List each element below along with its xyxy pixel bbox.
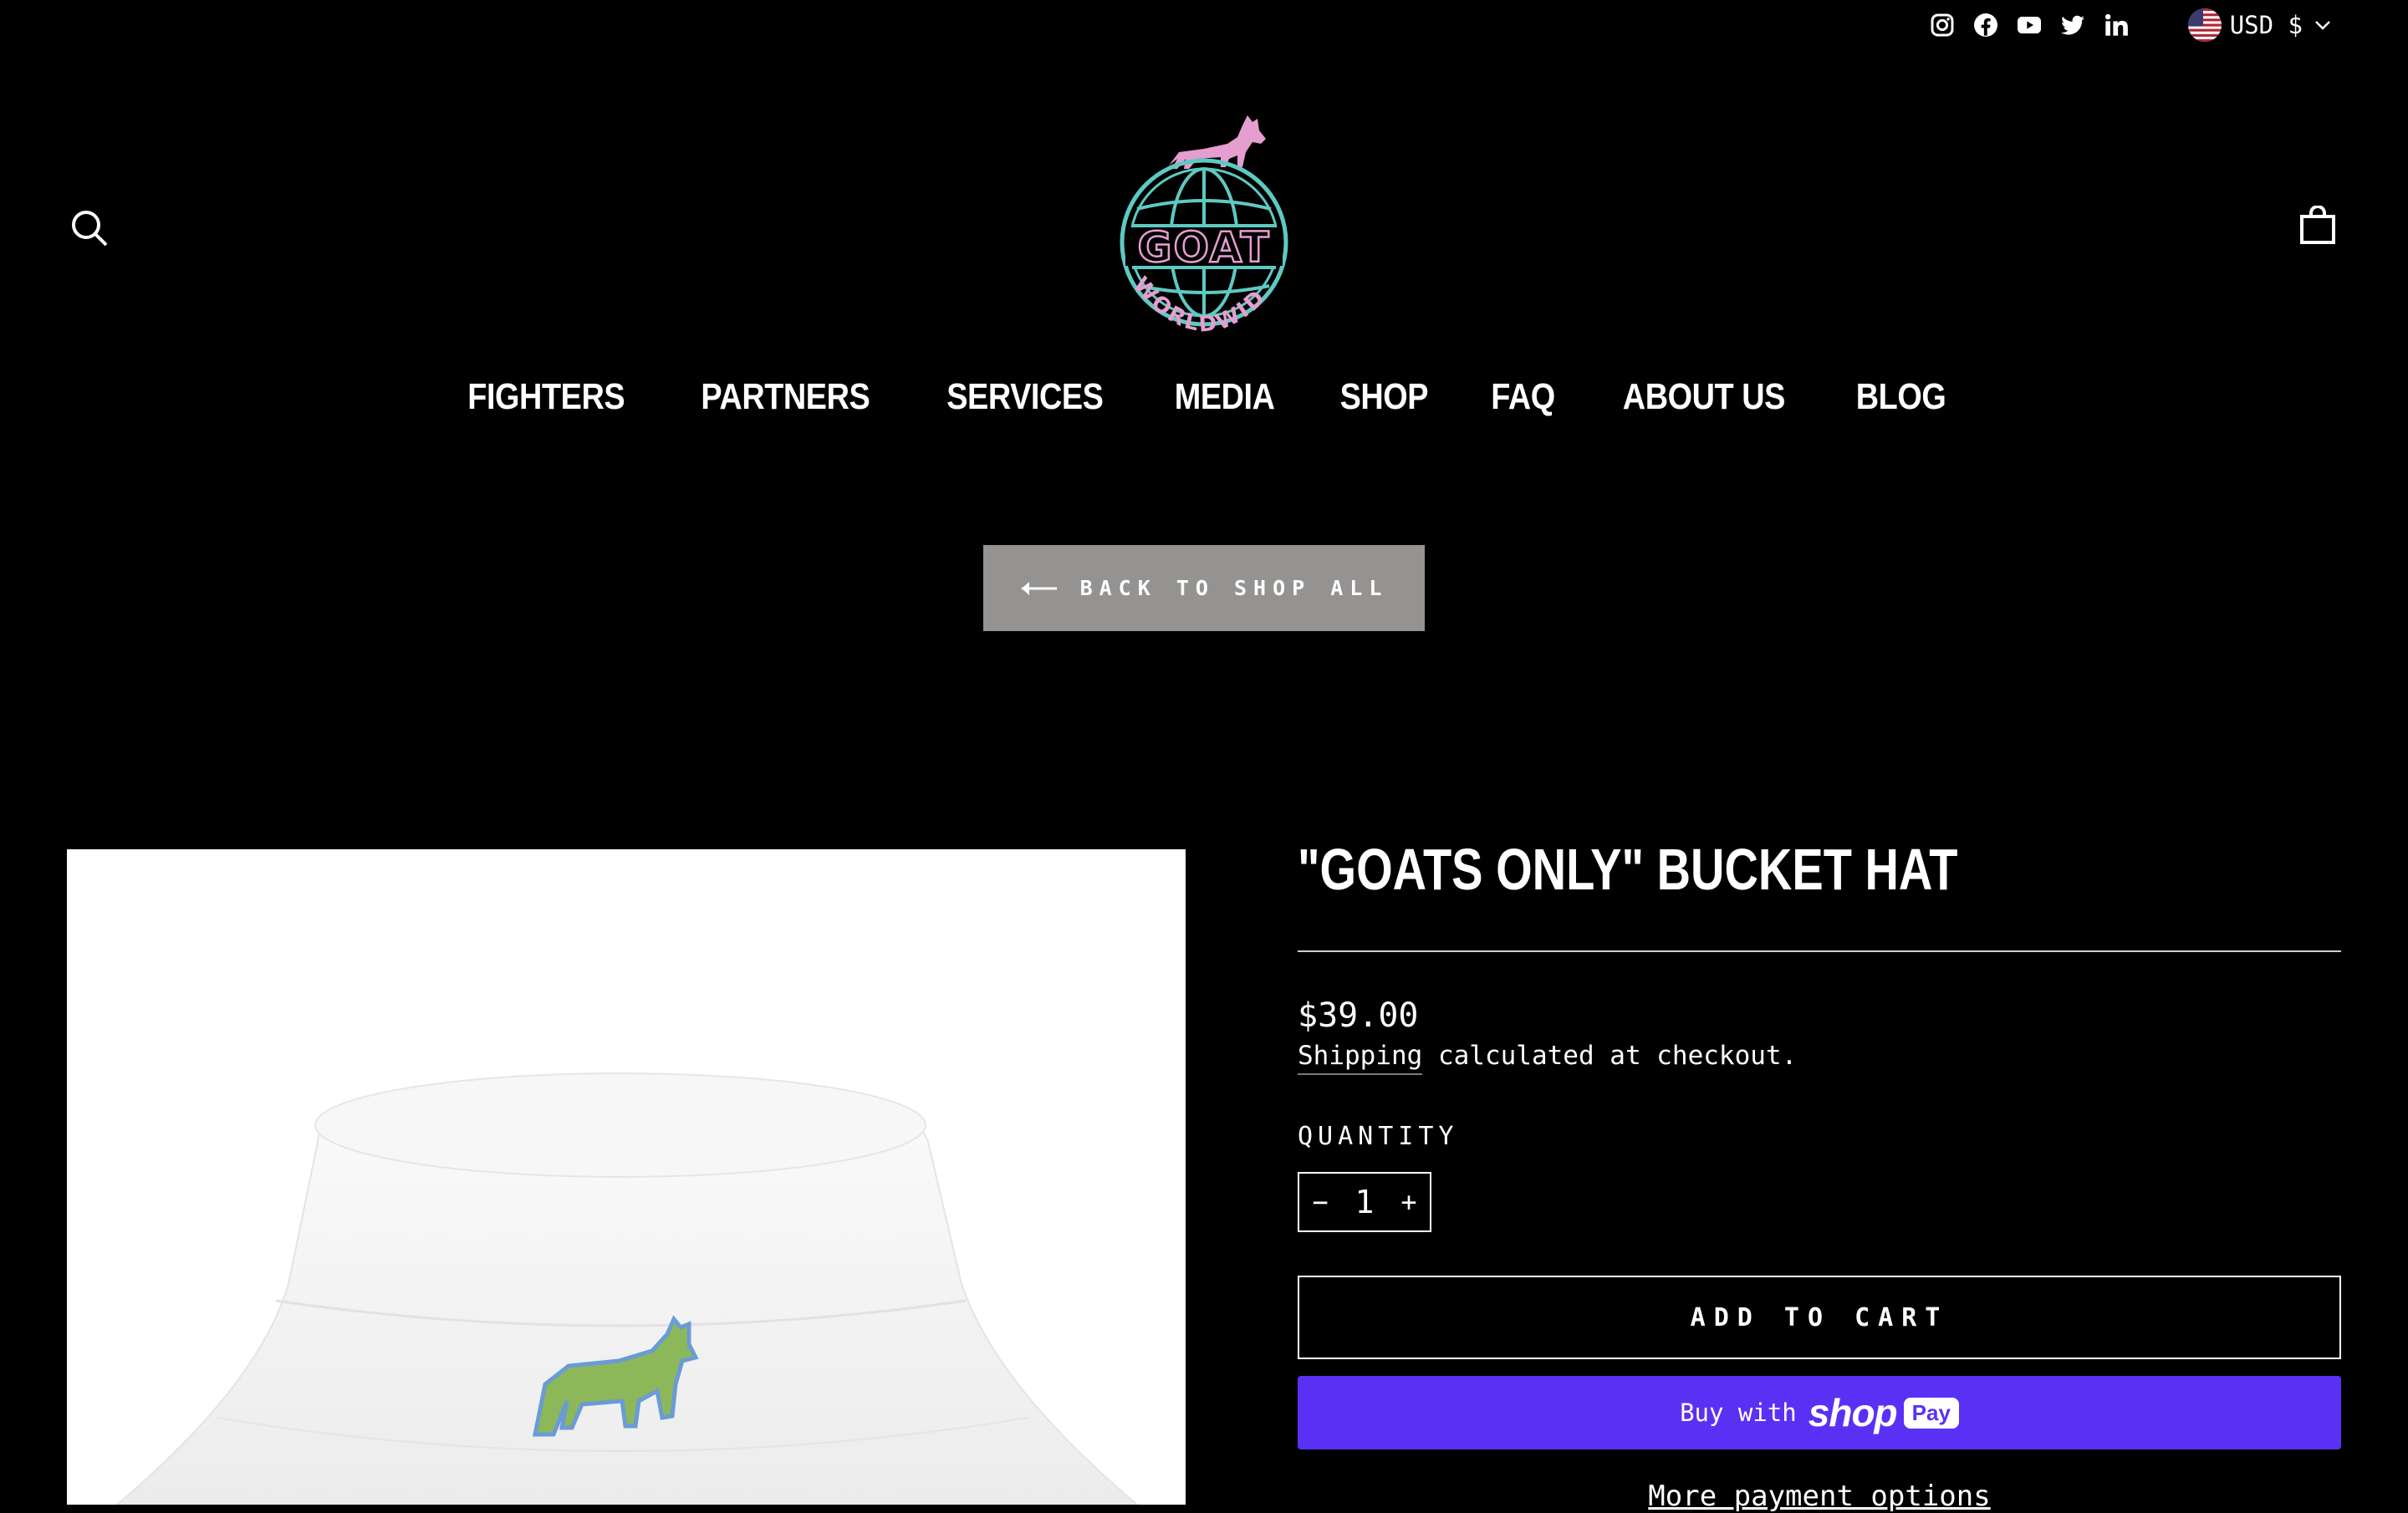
currency-selector[interactable]: USD $ xyxy=(2187,8,2333,42)
logo-text: GOAT xyxy=(1137,223,1270,272)
product-price: $39.00 xyxy=(1298,996,1419,1035)
social-links xyxy=(1929,12,2130,38)
nav-item-faq[interactable]: FAQ xyxy=(1491,376,1555,418)
search-icon[interactable] xyxy=(69,207,110,249)
goat-worldwide-logo[interactable]: GOAT WORLDWIDE xyxy=(1104,100,1304,351)
us-flag-icon xyxy=(2187,8,2222,42)
more-payment-options-link[interactable]: More payment options xyxy=(1298,1480,2341,1513)
main-nav: FIGHTERS PARTNERS SERVICES MEDIA SHOP FA… xyxy=(0,376,2408,418)
shop-pay-logo: shop xyxy=(1808,1391,1898,1434)
youtube-icon[interactable] xyxy=(2016,12,2043,38)
linkedin-icon[interactable] xyxy=(2103,12,2130,38)
shipping-note-text: calculated at checkout. xyxy=(1422,1041,1798,1071)
nav-item-blog[interactable]: BLOG xyxy=(1856,376,1946,418)
instagram-icon[interactable] xyxy=(1929,12,1956,38)
quantity-input[interactable]: 1 xyxy=(1355,1184,1375,1220)
nav-item-media[interactable]: MEDIA xyxy=(1174,376,1274,418)
add-to-cart-button[interactable]: ADD TO CART xyxy=(1298,1276,2341,1359)
back-button-label: BACK TO SHOP ALL xyxy=(1079,576,1389,600)
back-to-shop-button[interactable]: BACK TO SHOP ALL xyxy=(983,545,1425,631)
nav-item-about-us[interactable]: ABOUT US xyxy=(1623,376,1786,418)
product-image[interactable] xyxy=(67,849,1186,1505)
quantity-label: QUANTITY xyxy=(1298,1122,1459,1151)
arrow-left-icon xyxy=(1020,580,1059,597)
product-title: "GOATS ONLY" BUCKET HAT xyxy=(1298,837,1958,902)
nav-item-shop[interactable]: SHOP xyxy=(1339,376,1428,418)
twitter-icon[interactable] xyxy=(2059,12,2086,38)
plus-icon[interactable]: + xyxy=(1388,1186,1430,1218)
shipping-link[interactable]: Shipping xyxy=(1298,1041,1423,1075)
quantity-stepper: − 1 + xyxy=(1298,1172,1431,1232)
buy-with-label: Buy with xyxy=(1680,1398,1797,1427)
shop-pay-pill: Pay xyxy=(1903,1397,1959,1429)
nav-item-partners[interactable]: PARTNERS xyxy=(701,376,870,418)
shop-pay-button[interactable]: Buy with shop Pay xyxy=(1298,1376,2341,1449)
facebook-icon[interactable] xyxy=(1972,12,1999,38)
shipping-note: Shipping calculated at checkout. xyxy=(1298,1041,1798,1075)
chevron-down-icon xyxy=(2313,15,2333,35)
title-divider xyxy=(1298,950,2341,952)
top-bar: USD $ xyxy=(1929,8,2333,42)
cart-icon[interactable] xyxy=(2298,206,2338,246)
nav-item-services[interactable]: SERVICES xyxy=(946,376,1104,418)
currency-label: USD $ xyxy=(2229,11,2303,39)
minus-icon[interactable]: − xyxy=(1299,1186,1341,1218)
nav-item-fighters[interactable]: FIGHTERS xyxy=(467,376,625,418)
